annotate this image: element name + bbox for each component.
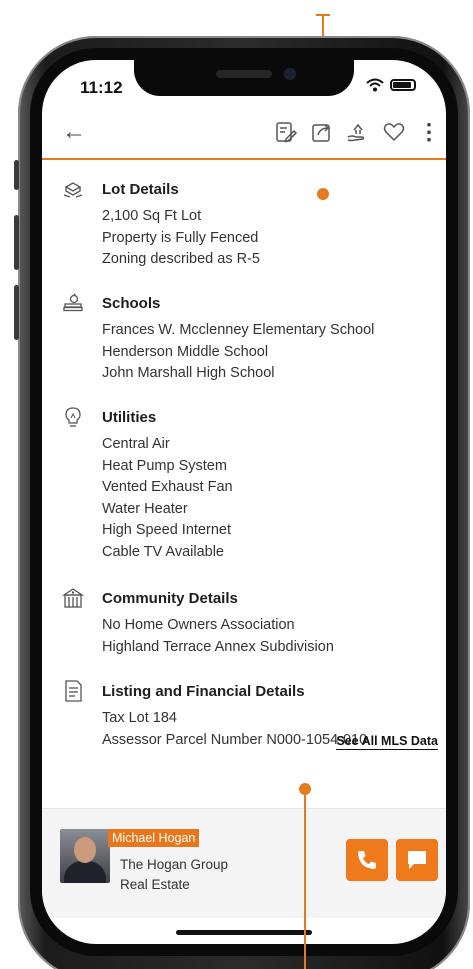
section-lot-details: Lot Details 2,100 Sq Ft Lot Property is … <box>62 178 432 271</box>
detail-line: Cable TV Available <box>102 543 224 560</box>
agent-name[interactable]: Michael Hogan <box>108 829 200 847</box>
section-header: Community Details <box>62 587 432 609</box>
wifi-icon <box>366 78 384 92</box>
detail-line: Zoning described as R-5 <box>102 251 260 268</box>
document-icon <box>65 680 82 702</box>
section-lines: 2,100 Sq Ft Lot Property is Fully Fenced… <box>102 206 432 271</box>
property-details: Lot Details 2,100 Sq Ft Lot Property is … <box>42 164 446 804</box>
agent-avatar <box>60 829 110 883</box>
lightbulb-icon <box>65 407 81 427</box>
agent-bar: Michael Hogan The Hogan Group Real Estat… <box>42 808 446 918</box>
detail-line: Highland Terrace Annex Subdivision <box>102 638 334 655</box>
avatar-body <box>64 861 106 883</box>
detail-line: Central Air <box>102 436 170 452</box>
detail-line: John Marshall High School <box>102 365 275 382</box>
speaker <box>216 70 272 78</box>
edit-note-icon[interactable] <box>274 120 298 144</box>
detail-line: 2,100 Sq Ft Lot <box>102 208 202 224</box>
detail-line: Heat Pump System <box>102 457 227 474</box>
section-header: Utilities <box>62 406 432 428</box>
app-screen: 11:12 ← ⋮ Lot Details 2,100 Sq Ft Lot Pr… <box>42 60 446 944</box>
detail-line: Water Heater <box>102 500 188 517</box>
phone-icon <box>358 851 376 869</box>
agent-company-line1: The Hogan Group <box>120 857 229 872</box>
section-title: Community Details <box>102 589 238 607</box>
message-button[interactable] <box>396 839 438 881</box>
heart-icon[interactable] <box>382 120 406 144</box>
lot-icon <box>63 182 83 198</box>
detail-line: Frances W. Mcclenney Elementary School <box>102 322 375 338</box>
section-title: Lot Details <box>102 180 179 198</box>
status-time: 11:12 <box>80 78 123 97</box>
section-header: Schools <box>62 292 432 314</box>
see-all-mls-link[interactable]: See All MLS Data <box>336 734 438 750</box>
detail-line: Property is Fully Fenced <box>102 229 259 246</box>
detail-line: High Speed Internet <box>102 522 231 539</box>
section-header: Lot Details <box>62 178 432 200</box>
avatar-head <box>74 837 96 863</box>
section-community-details: Community Details No Home Owners Associa… <box>62 587 432 658</box>
section-header: Listing and Financial Details <box>62 680 432 702</box>
callout-dot-top <box>317 188 329 200</box>
section-title: Listing and Financial Details <box>102 682 305 700</box>
offer-hand-icon[interactable] <box>346 120 370 144</box>
phone-volume-down <box>14 285 19 340</box>
home-indicator <box>176 930 312 935</box>
section-title: Utilities <box>102 408 157 426</box>
agent-company: The Hogan Group Real Estate <box>120 855 228 895</box>
notch <box>134 60 354 96</box>
call-button[interactable] <box>346 839 388 881</box>
toolbar: ← ⋮ <box>42 108 446 160</box>
detail-line: No Home Owners Association <box>102 617 295 633</box>
phone-volume-up <box>14 215 19 270</box>
status-icons <box>366 78 416 92</box>
chat-icon <box>408 851 426 869</box>
section-utilities: Utilities Central Air Heat Pump System V… <box>62 406 432 564</box>
camera <box>284 68 296 80</box>
section-lines: Central Air Heat Pump System Vented Exha… <box>102 434 432 564</box>
toolbar-actions: ⋮ <box>274 120 440 144</box>
callout-dot-bottom <box>299 783 311 795</box>
section-lines: Frances W. Mcclenney Elementary School H… <box>102 320 432 385</box>
detail-line: Vented Exhaust Fan <box>102 479 233 496</box>
back-arrow-icon[interactable]: ← <box>62 118 86 146</box>
more-menu-icon[interactable]: ⋮ <box>418 121 440 143</box>
section-schools: Schools Frances W. Mcclenney Elementary … <box>62 292 432 385</box>
phone-silent-switch <box>14 160 19 190</box>
detail-line: Henderson Middle School <box>102 343 269 360</box>
community-icon <box>62 588 84 608</box>
share-icon[interactable] <box>310 120 334 144</box>
agent-company-line2: Real Estate <box>120 877 190 892</box>
school-icon <box>63 293 83 312</box>
section-title: Schools <box>102 294 161 312</box>
detail-line: Tax Lot 184 <box>102 710 177 726</box>
callout-line-bottom <box>304 788 306 969</box>
section-lines: No Home Owners Association Highland Terr… <box>102 615 432 658</box>
battery-icon <box>390 79 416 91</box>
